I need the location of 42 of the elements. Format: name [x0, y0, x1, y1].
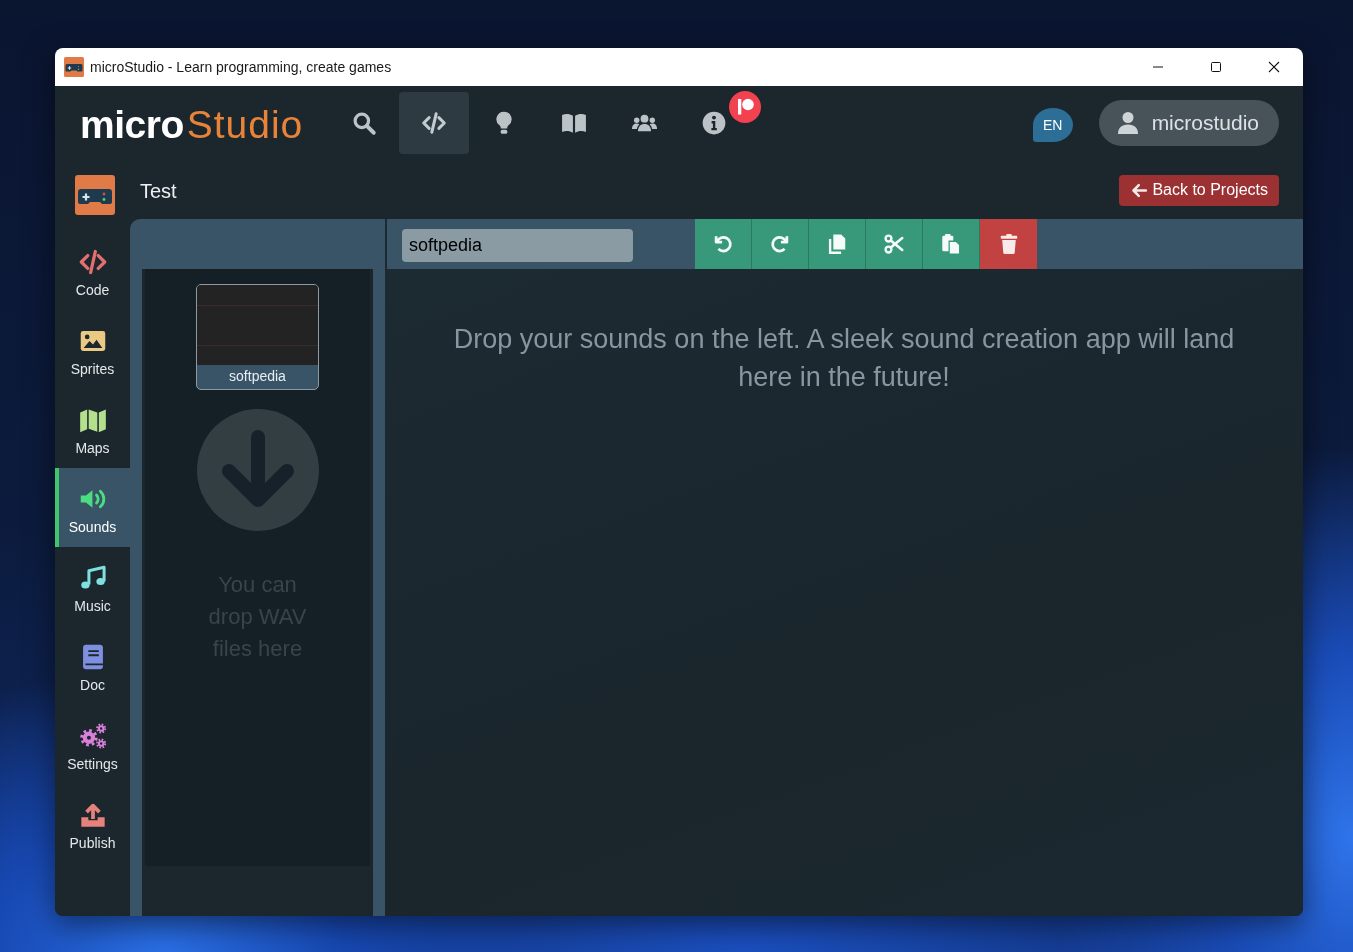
window-title: microStudio - Learn programming, create games — [90, 59, 392, 75]
user-icon[interactable] — [1116, 111, 1139, 135]
user-menu-button[interactable]: microstudio — [1098, 100, 1279, 146]
info-icon[interactable] — [701, 110, 727, 136]
app-logo[interactable]: microStudio — [55, 103, 329, 147]
code-icon[interactable] — [421, 110, 447, 136]
sound-name-field[interactable]: softpedia — [402, 228, 633, 262]
sidebar-item[interactable]: Settings — [55, 705, 130, 784]
clipboard-icon[interactable] — [940, 233, 962, 255]
language-button[interactable]: EN — [1032, 108, 1073, 142]
undo-icon[interactable] — [712, 233, 734, 255]
back-to-projects-button[interactable]: Back to Projects — [1119, 174, 1279, 206]
sidebar-item[interactable]: Publish — [55, 784, 130, 863]
sidebar-item[interactable]: Doc — [55, 626, 130, 705]
sidebar-item[interactable]: Sprites — [55, 310, 130, 389]
upload-icon[interactable] — [78, 801, 107, 829]
empty-state-message: Drop your sounds on the left. A sleek sound creation app will land here in the future! — [452, 323, 1236, 394]
maximize-icon[interactable] — [1210, 61, 1222, 73]
scissors-icon[interactable] — [883, 233, 905, 255]
redo-icon[interactable] — [769, 233, 791, 255]
cut-button[interactable] — [866, 219, 923, 269]
badge-icon[interactable] — [729, 91, 761, 123]
sidebar-item[interactable]: Sounds — [55, 468, 130, 547]
gamepad-icon — [75, 174, 115, 215]
code-icon[interactable] — [78, 248, 107, 276]
sidebar-item[interactable]: Music — [55, 547, 130, 626]
search-icon[interactable] — [351, 110, 377, 136]
close-icon[interactable] — [1268, 61, 1280, 73]
undo-button[interactable] — [695, 219, 752, 269]
nav-tab[interactable] — [399, 92, 469, 154]
project-title: Test — [140, 180, 177, 203]
gamepad-icon — [64, 57, 84, 77]
redo-button[interactable] — [752, 219, 809, 269]
delete-button[interactable] — [980, 219, 1037, 269]
copy-icon[interactable] — [826, 233, 848, 255]
arrow-left-icon[interactable] — [1131, 181, 1149, 199]
copy-button[interactable] — [809, 219, 866, 269]
sidebar-item[interactable]: Code — [55, 231, 130, 310]
sound-item[interactable]: softpedia — [196, 284, 319, 390]
sidebar-item[interactable]: Maps — [55, 389, 130, 468]
gears-icon[interactable] — [78, 722, 107, 750]
paste-button[interactable] — [923, 219, 980, 269]
